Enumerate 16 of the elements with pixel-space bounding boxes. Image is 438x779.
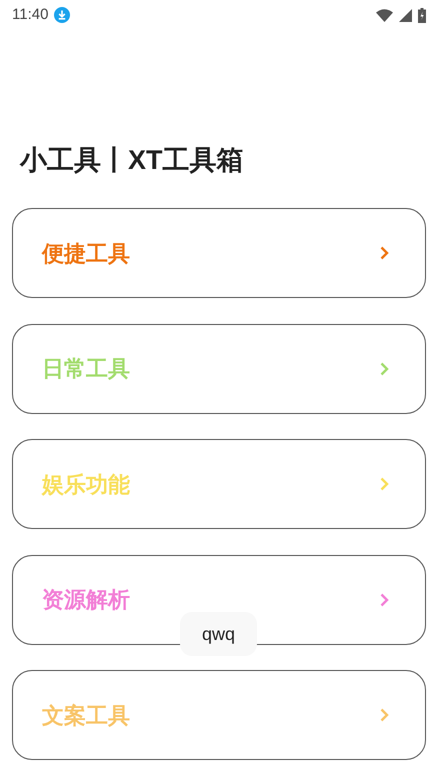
- menu-card[interactable]: 文案工具: [12, 670, 426, 760]
- menu-card[interactable]: 娱乐功能: [12, 439, 426, 529]
- page-title: 小工具丨XT工具箱: [20, 144, 245, 177]
- menu-label: 便捷工具: [42, 240, 131, 268]
- status-time: 11:40: [12, 4, 48, 25]
- wifi-icon: [376, 8, 393, 22]
- battery-icon: [418, 8, 426, 22]
- menu-label: 文案工具: [42, 702, 131, 730]
- download-icon: [54, 7, 70, 23]
- menu-card[interactable]: 便捷工具: [12, 208, 426, 298]
- menu-label: 娱乐功能: [42, 470, 131, 498]
- signal-icon: [399, 8, 412, 22]
- toast: qwq: [180, 612, 257, 656]
- menu-label: 资源解析: [42, 586, 131, 614]
- menu-label: 日常工具: [42, 355, 131, 383]
- menu-card[interactable]: 日常工具: [12, 324, 426, 414]
